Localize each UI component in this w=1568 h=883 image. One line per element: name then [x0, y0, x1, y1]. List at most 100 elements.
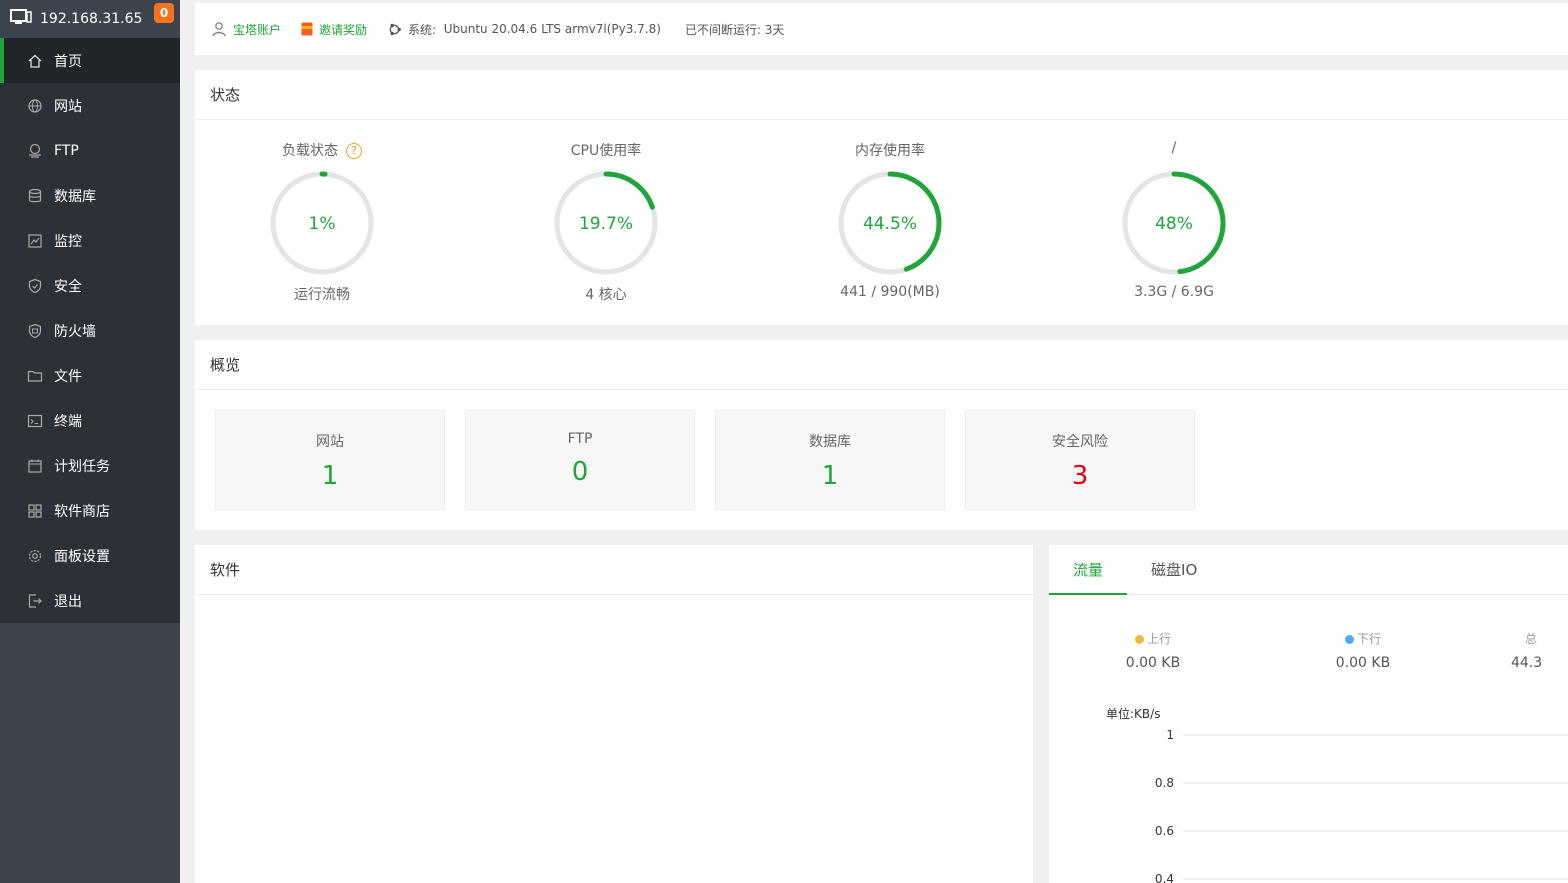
server-header[interactable]: 192.168.31.65 0 — [0, 0, 180, 38]
calendar-icon — [27, 458, 43, 474]
sidebar-item-firewall[interactable]: 防火墙 — [0, 308, 180, 353]
card-label: 安全风险 — [1052, 434, 1108, 450]
card-label: 网站 — [316, 434, 344, 450]
gauge-label: 内存使用率 — [855, 143, 925, 159]
monitor-icon — [27, 233, 43, 249]
total-value: 44.3 — [1511, 655, 1543, 671]
sidebar-item-ftp[interactable]: FTP — [0, 128, 180, 173]
terminal-icon — [27, 413, 43, 429]
shield-icon — [27, 278, 43, 294]
sidebar-item-label: 防火墙 — [54, 323, 96, 340]
ftp-icon — [27, 143, 43, 159]
sidebar-item-label: 退出 — [54, 593, 82, 610]
status-title: 状态 — [195, 70, 1568, 120]
tab-traffic[interactable]: 流量 — [1049, 545, 1128, 595]
sidebar-item-website[interactable]: 网站 — [0, 83, 180, 128]
upload-stat: 上行 0.00 KB — [1093, 630, 1213, 671]
sidebar: 192.168.31.65 0 首页 网站 FTP 数据库 监控 安全 防火墙 … — [0, 0, 180, 883]
traffic-chart: 1 0.8 0.6 0.4 — [1155, 728, 1568, 883]
system-info: 系统: Ubuntu 20.04.6 LTS armv7l(Py3.7.8) — [387, 21, 661, 38]
overview-card-database[interactable]: 数据库 1 — [715, 410, 945, 510]
sidebar-item-store[interactable]: 软件商店 — [0, 488, 180, 533]
sidebar-item-database[interactable]: 数据库 — [0, 173, 180, 218]
home-icon — [27, 53, 43, 69]
globe-icon — [27, 98, 43, 114]
software-title: 软件 — [195, 545, 1033, 595]
sidebar-item-label: 面板设置 — [54, 548, 110, 565]
gauge-memory[interactable]: 内存使用率 44.5% 441 / 990(MB) — [770, 140, 1010, 300]
gauge-sub: 运行流畅 — [294, 287, 350, 303]
gauge-cpu[interactable]: CPU使用率 19.7% 4 核心 — [486, 140, 726, 304]
gauge-ring: 48% — [1122, 171, 1226, 275]
server-ip: 192.168.31.65 — [40, 11, 143, 27]
sidebar-item-settings[interactable]: 面板设置 — [0, 533, 180, 578]
total-stat: 总 44.3 — [1511, 630, 1568, 671]
sidebar-item-home[interactable]: 首页 — [0, 38, 180, 83]
user-icon — [212, 22, 226, 37]
y-tick-label: 0.6 — [1155, 824, 1174, 838]
sidebar-item-files[interactable]: 文件 — [0, 353, 180, 398]
card-value: 0 — [571, 457, 589, 487]
gauge-ring: 19.7% — [554, 171, 658, 275]
sidebar-item-label: 安全 — [54, 278, 82, 295]
invite-label: 邀请奖励 — [319, 22, 368, 37]
overview-card-ftp[interactable]: FTP 0 — [465, 410, 695, 510]
sidebar-menu: 首页 网站 FTP 数据库 监控 安全 防火墙 文件 终端 计划任务 软件商店 … — [0, 38, 180, 623]
gauge-sub: 4 核心 — [585, 287, 627, 303]
sidebar-item-label: 文件 — [54, 368, 82, 385]
ubuntu-icon — [389, 23, 401, 35]
monitor-screen-icon — [10, 8, 32, 30]
logout-icon — [27, 593, 43, 609]
gauge-ring: 44.5% — [838, 171, 942, 275]
system-label: 系统: — [408, 22, 437, 37]
gauge-value: 19.7% — [579, 214, 633, 234]
sidebar-item-monitor[interactable]: 监控 — [0, 218, 180, 263]
download-dot — [1344, 635, 1354, 644]
help-icon[interactable]: ? — [346, 143, 362, 159]
chart-unit-label: 单位:KB/s — [1106, 707, 1161, 721]
y-tick-label: 1 — [1166, 728, 1174, 742]
account-label: 宝塔账户 — [233, 22, 282, 37]
gauge-value: 44.5% — [863, 214, 917, 234]
upload-dot — [1134, 635, 1144, 644]
sidebar-item-label: 软件商店 — [54, 503, 110, 520]
total-label: 总 — [1525, 632, 1538, 646]
grid-icon — [27, 503, 43, 519]
sidebar-item-label: FTP — [54, 142, 79, 159]
gauge-sub: 3.3G / 6.9G — [1134, 284, 1214, 300]
overview-card-security-risk[interactable]: 安全风险 3 — [965, 410, 1195, 510]
folder-icon — [27, 368, 43, 384]
sidebar-item-label: 网站 — [54, 98, 82, 115]
gauge-disk[interactable]: / 48% 3.3G / 6.9G — [1054, 140, 1294, 300]
gauge-load[interactable]: 负载状态? 1% 运行流畅 — [202, 140, 442, 304]
y-tick-label: 0.8 — [1155, 776, 1174, 790]
database-icon — [27, 188, 43, 204]
card-value: 1 — [321, 461, 339, 491]
system-value: Ubuntu 20.04.6 LTS armv7l(Py3.7.8) — [443, 22, 661, 36]
sidebar-item-terminal[interactable]: 终端 — [0, 398, 180, 443]
download-label: 下行 — [1356, 632, 1381, 646]
sidebar-item-label: 终端 — [54, 413, 82, 430]
card-value: 3 — [1071, 461, 1089, 491]
overview-card-website[interactable]: 网站 1 — [215, 410, 445, 510]
account-link[interactable]: 宝塔账户 — [211, 21, 281, 38]
sidebar-item-label: 首页 — [54, 53, 82, 70]
traffic-tabs: 流量 磁盘IO — [1049, 545, 1568, 595]
traffic-panel: 流量 磁盘IO 上行 0.00 KB 下行 0.00 KB 总 44.3 单位:… — [1049, 545, 1568, 883]
firewall-icon — [27, 323, 43, 339]
sidebar-item-label: 数据库 — [54, 188, 96, 205]
overview-panel: 概览 网站 1 FTP 0 数据库 1 安全风险 3 — [195, 340, 1568, 530]
tab-disk-io[interactable]: 磁盘IO — [1127, 545, 1221, 595]
invite-link[interactable]: 邀请奖励 — [301, 21, 367, 38]
gauge-ring: 1% — [270, 171, 374, 275]
upload-label: 上行 — [1146, 632, 1171, 646]
sidebar-item-logout[interactable]: 退出 — [0, 578, 180, 623]
sidebar-item-security[interactable]: 安全 — [0, 263, 180, 308]
gear-icon — [27, 548, 43, 564]
card-label: 数据库 — [809, 434, 851, 450]
sidebar-item-label: 计划任务 — [54, 458, 110, 475]
notification-badge[interactable]: 0 — [154, 3, 174, 23]
upload-value: 0.00 KB — [1125, 655, 1181, 671]
gauge-sub: 441 / 990(MB) — [840, 284, 940, 300]
sidebar-item-cron[interactable]: 计划任务 — [0, 443, 180, 488]
